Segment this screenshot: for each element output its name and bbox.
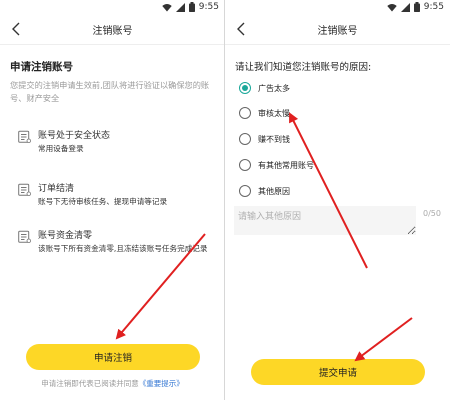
- checklist-icon: [18, 130, 31, 143]
- radio-button-icon[interactable]: [239, 185, 251, 197]
- reason-label: 广告太多: [258, 83, 290, 93]
- left-screen: 9:55 注销账号 申请注销账号 您提交的注销申请生效前,团队将进行验证以确保您…: [0, 0, 225, 400]
- reason-option-no-earnings[interactable]: 赚不到钱: [239, 132, 290, 146]
- check-title: 订单结清: [38, 184, 75, 194]
- signal-icon: [400, 2, 410, 12]
- reason-option-ads[interactable]: 广告太多: [239, 81, 290, 95]
- radio-button-icon[interactable]: [239, 82, 251, 94]
- reason-option-other[interactable]: 其他原因: [239, 184, 290, 198]
- radio-button-icon[interactable]: [239, 133, 251, 145]
- nav-bar: 注销账号: [0, 16, 225, 42]
- status-time: 9:55: [423, 2, 444, 12]
- nav-bar: 注销账号: [225, 16, 450, 42]
- battery-icon: [188, 2, 195, 12]
- battery-icon: [413, 2, 420, 12]
- checklist-icon: [18, 183, 31, 196]
- status-bar: 9:55: [0, 0, 225, 16]
- reason-option-other-account[interactable]: 有其他常用账号: [239, 158, 314, 172]
- reason-label: 其他原因: [258, 186, 290, 196]
- check-desc: 该账号下所有资金清零,且冻结该账号任务完成记录: [38, 244, 208, 253]
- section-heading: 申请注销账号: [10, 61, 73, 73]
- wifi-icon: [387, 3, 397, 11]
- important-notice-link[interactable]: 《重要提示》: [139, 379, 184, 388]
- page-title: 注销账号: [317, 26, 358, 37]
- nav-divider: [225, 44, 450, 45]
- character-counter: 0/50: [423, 209, 441, 218]
- reason-option-slow-review[interactable]: 审核太慢: [239, 106, 290, 120]
- check-title: 账号处于安全状态: [38, 131, 111, 141]
- other-reason-input[interactable]: [234, 206, 416, 235]
- check-desc: 常用设备登录: [38, 144, 84, 153]
- reason-label: 有其他常用账号: [258, 160, 314, 170]
- nav-divider: [0, 44, 225, 45]
- submit-application-button[interactable]: 提交申请: [251, 359, 425, 385]
- agreement-note: 申请注销即代表已阅读并同意《重要提示》: [0, 378, 225, 389]
- wifi-icon: [162, 3, 172, 11]
- radio-button-icon[interactable]: [239, 159, 251, 171]
- radio-button-icon[interactable]: [239, 107, 251, 119]
- signal-icon: [175, 2, 185, 12]
- page-title: 注销账号: [92, 26, 133, 37]
- apply-cancel-account-button[interactable]: 申请注销: [26, 344, 200, 370]
- check-title: 账号资金清零: [38, 231, 93, 241]
- agreement-text: 申请注销即代表已阅读并同意: [41, 379, 139, 388]
- reason-label: 审核太慢: [258, 108, 290, 118]
- section-description: 您提交的注销申请生效前,团队将进行验证以确保您的账号、财产安全: [10, 80, 210, 103]
- check-desc: 账号下无待审核任务、提现申请等记录: [38, 197, 168, 206]
- checklist-icon: [18, 230, 31, 243]
- reason-label: 赚不到钱: [258, 134, 290, 144]
- status-time: 9:55: [198, 2, 219, 12]
- right-screen: 9:55 注销账号 请让我们知道您注销账号的原因: 广告太多 审核太慢 赚不到钱…: [225, 0, 450, 400]
- status-bar: 9:55: [225, 0, 450, 16]
- reason-question: 请让我们知道您注销账号的原因:: [235, 62, 372, 73]
